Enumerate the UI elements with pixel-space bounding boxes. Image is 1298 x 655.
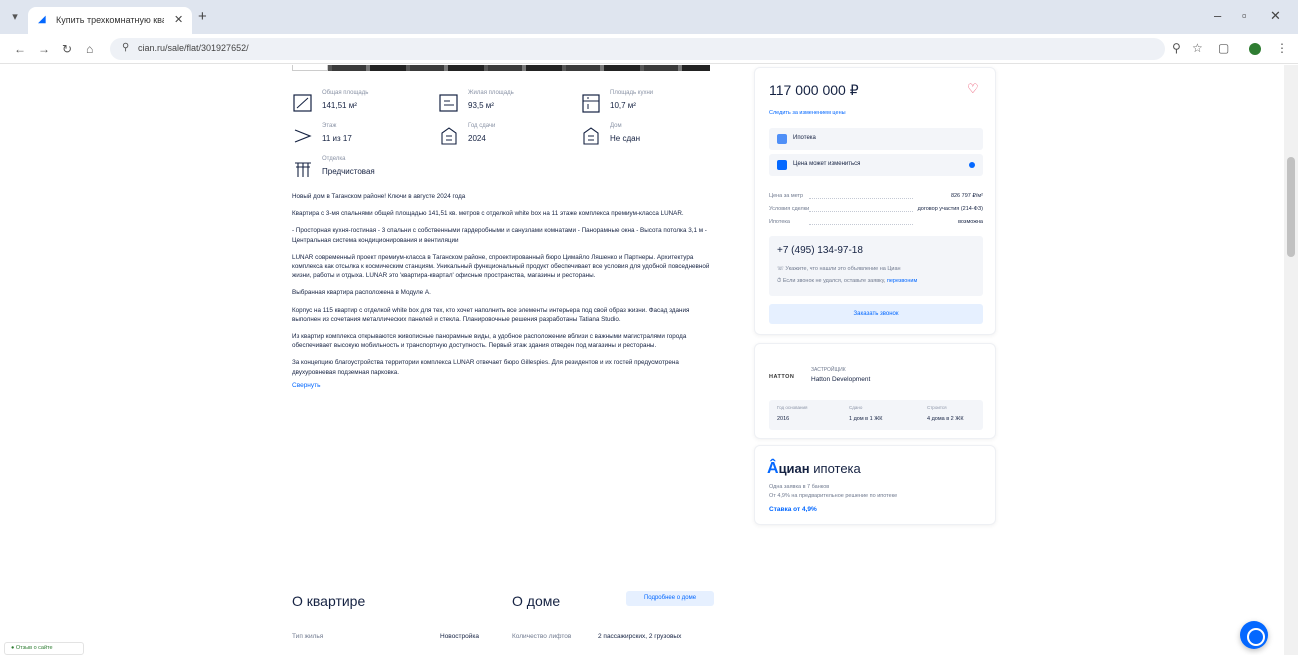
feedback-button[interactable]: ● Отзыв о сайте — [4, 642, 84, 655]
ipoteka-card[interactable]: Âциан ипотека Одна заявка в 7 банков От … — [754, 445, 996, 525]
developer-name[interactable]: Hatton Development — [811, 376, 870, 383]
browser-tab[interactable]: ◢ Купить трехкомнатную квартиру ✕ — [28, 7, 192, 34]
scrollbar-thumb[interactable] — [1287, 157, 1295, 257]
description: Новый дом в Таганском районе! Ключи в ав… — [292, 192, 717, 390]
site-info-icon[interactable]: ⚲ — [122, 42, 129, 53]
page-content: Общая площадь 141,51 м² Жилая площадь 93… — [0, 65, 1298, 655]
developer-stat: Строится 4 дома в 2 ЖК — [927, 405, 964, 422]
mortgage-available-row: Ипотека возможна — [769, 219, 983, 225]
price-change-icon — [777, 160, 787, 170]
address-bar: ← → ↻ ⌂ ⚲ cian.ru/sale/flat/301927652/ ⚲… — [0, 34, 1298, 64]
developer-stat: Сдано 1 дом в 1 ЖК — [849, 405, 883, 422]
developer-stats: Год основания 2016 Сдано 1 дом в 1 ЖК Стро… — [769, 400, 983, 430]
house-row-value: 2 пассажирских, 2 грузовых — [598, 633, 682, 640]
page-scrollbar[interactable] — [1284, 65, 1298, 655]
about-flat-title: О квартире — [292, 593, 366, 609]
home-icon[interactable]: ⌂ — [86, 42, 93, 56]
close-window-icon[interactable]: ✕ — [1270, 8, 1281, 24]
deal-terms-row: Условия сделки договор участия (214-ФЗ) — [769, 206, 983, 212]
fact-year: Год сдачи 2024 — [438, 122, 578, 152]
menu-icon[interactable]: ⋮ — [1276, 41, 1288, 55]
fact-living-area: Жилая площадь 93,5 м² — [438, 89, 578, 119]
desc-paragraph: За концепцию благоустройства территории … — [292, 359, 679, 376]
fact-total-area: Общая площадь 141,51 м² — [292, 89, 432, 119]
house-icon — [583, 127, 599, 145]
floor-icon — [294, 129, 312, 143]
price: 117 000 000 ₽ — [769, 82, 859, 98]
browser-tabbar: ▾ ◢ Купить трехкомнатную квартиру ✕ + – … — [0, 0, 1298, 34]
fact-house-status: Дом Не сдан — [580, 122, 720, 152]
chat-bubble-icon[interactable] — [1240, 621, 1268, 649]
extensions-icon[interactable]: ▢ — [1218, 41, 1229, 55]
callback-note: ⏱ Если звонок не удался, оставьте заявку… — [777, 278, 918, 284]
ipoteka-line: От 4,9% на предварительное решение по ип… — [769, 493, 898, 499]
developer-stat: Год основания 2016 — [777, 405, 808, 422]
tab-title: Купить трехкомнатную квартиру — [56, 15, 164, 25]
bookmark-star-icon[interactable]: ☆ — [1192, 41, 1203, 55]
phone-box: +7 (495) 134-97-18 ☏ Укажите, что нашли … — [769, 236, 983, 296]
profile-avatar[interactable] — [1249, 43, 1261, 55]
favorite-heart-icon[interactable]: ♡ — [967, 81, 979, 97]
house-details-button[interactable]: Подробнее о доме — [626, 591, 714, 606]
desc-paragraph: Корпус на 115 квартир с отделкой white b… — [292, 306, 690, 323]
building-icon — [441, 127, 457, 145]
desc-paragraph: Из квартир комплекса открываются живопис… — [292, 333, 687, 350]
collapse-description-link[interactable]: Свернуть — [292, 382, 321, 389]
area-icon — [293, 94, 312, 112]
price-change-row[interactable]: Цена может измениться — [769, 154, 983, 176]
close-tab-icon[interactable]: ✕ — [174, 13, 183, 26]
phone-number[interactable]: +7 (495) 134-97-18 — [777, 245, 863, 256]
desc-paragraph: - Просторная кухня-гостиная - 3 спальни … — [292, 227, 707, 244]
fact-finish: Отделка Предчистовая — [292, 155, 432, 185]
zoom-icon[interactable]: ⚲ — [1172, 41, 1181, 55]
phone-note: ☏ Укажите, что нашли это объявление на Ц… — [777, 266, 901, 272]
back-icon[interactable]: ← — [14, 42, 26, 56]
callback-link[interactable]: перезвоним — [887, 278, 917, 284]
house-row-key: Количество лифтов — [512, 633, 572, 640]
flat-row-value: Новостройка — [440, 633, 479, 640]
cian-ipoteka-logo: Âциан ипотека — [767, 460, 861, 477]
fact-floor: Этаж 11 из 17 — [292, 122, 432, 152]
finish-icon — [295, 162, 311, 177]
developer-kicker: ЗАСТРОЙЩИК — [811, 367, 846, 373]
desc-paragraph: LUNAR современный проект премиум-класса … — [292, 253, 710, 280]
developer-logo: HATTON — [769, 374, 795, 380]
about-house-title: О доме — [512, 593, 561, 609]
ipoteka-line: Одна заявка в 7 банков — [769, 484, 830, 490]
developer-card[interactable]: HATTON ЗАСТРОЙЩИК Hatton Development Год… — [754, 343, 996, 439]
info-dot-icon — [969, 162, 975, 168]
photo-thumb-selected[interactable] — [292, 65, 328, 71]
living-area-icon — [439, 94, 458, 112]
tab-search-icon[interactable]: ▾ — [8, 10, 22, 24]
url-text: cian.ru/sale/flat/301927652/ — [138, 43, 249, 53]
forward-icon[interactable]: → — [38, 42, 50, 56]
kitchen-icon — [582, 94, 600, 113]
desc-paragraph: Выбранная квартира расположена в Модуле … — [292, 289, 431, 297]
fact-kitchen-area: Площадь кухни 10,7 м² — [580, 89, 720, 119]
order-call-button[interactable]: Заказать звонок — [769, 304, 983, 324]
maximize-icon[interactable]: ▫ — [1242, 8, 1247, 23]
cian-logo-icon: Â — [767, 460, 779, 477]
price-card: 117 000 000 ₽ ♡ Следить за изменением це… — [754, 67, 996, 335]
new-tab-icon[interactable]: + — [198, 8, 207, 25]
mortgage-icon — [777, 134, 787, 144]
desc-paragraph: Квартира с 3-мя спальнями общей площадью… — [292, 210, 684, 218]
mortgage-row[interactable]: Ипотека — [769, 128, 983, 150]
price-watch-link[interactable]: Следить за изменением цены — [769, 110, 846, 116]
desc-paragraph: Новый дом в Таганском районе! Ключи в ав… — [292, 193, 466, 200]
flat-row-key: Тип жилья — [292, 633, 324, 640]
photo-strip[interactable] — [292, 65, 710, 71]
reload-icon[interactable]: ↻ — [62, 42, 72, 56]
cian-favicon-icon: ◢ — [38, 14, 46, 25]
ipoteka-rate-link[interactable]: Ставка от 4,9% — [769, 506, 817, 513]
url-field[interactable]: ⚲ cian.ru/sale/flat/301927652/ — [110, 38, 1165, 60]
minimize-icon[interactable]: – — [1214, 8, 1221, 23]
price-per-meter-row: Цена за метр 826 797 ₽/м² — [769, 193, 983, 199]
